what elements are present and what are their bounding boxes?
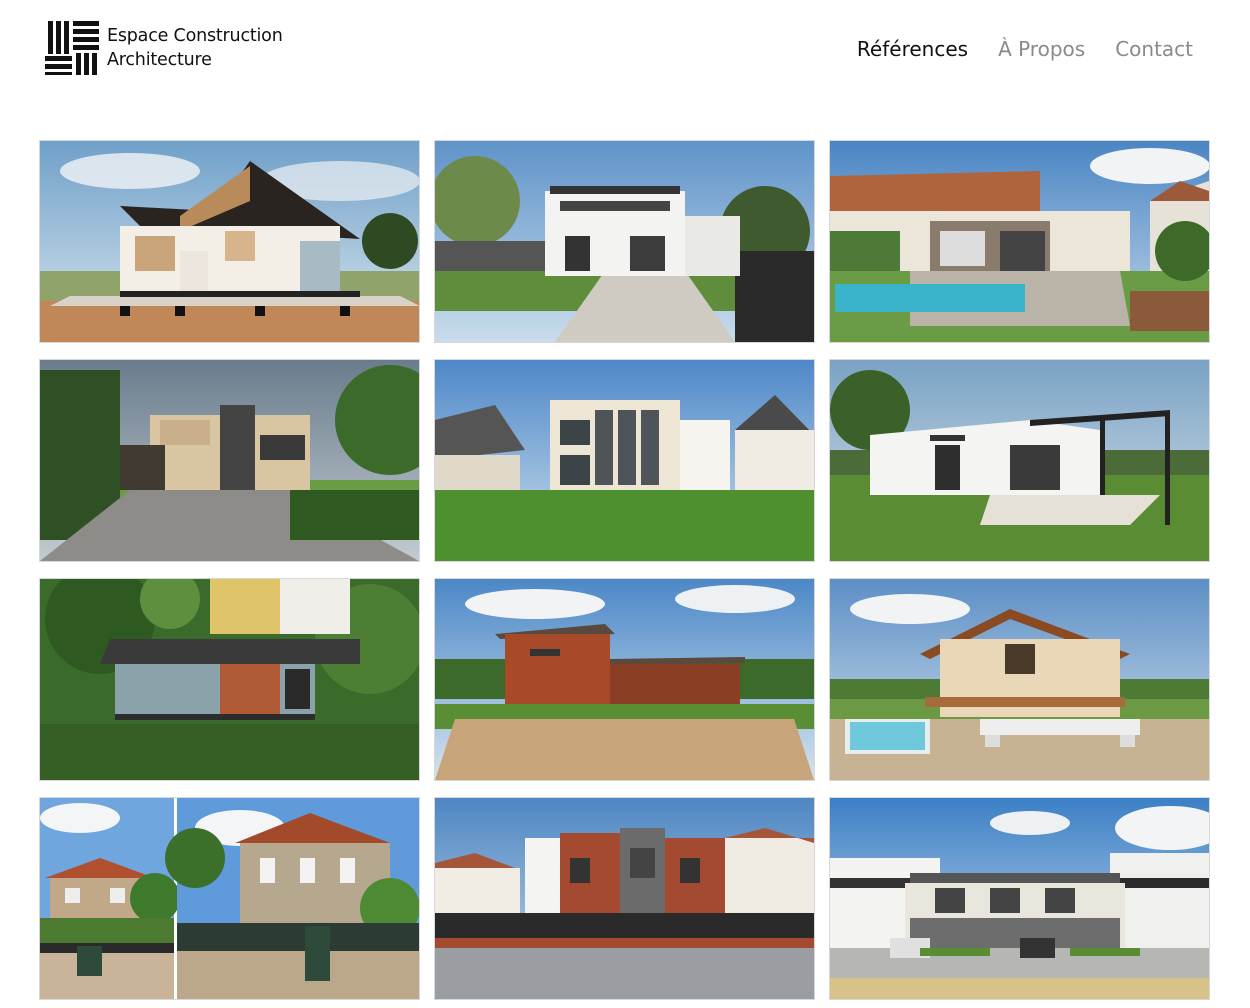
pool-extension-image <box>830 141 1209 342</box>
gallery-item-white-pergola-extension[interactable] <box>829 359 1210 562</box>
gallery-item-tall-window-villa[interactable] <box>434 359 815 562</box>
tree-house-image <box>40 579 419 780</box>
gallery-item-wood-clad-house[interactable] <box>434 578 815 781</box>
brand-name: Espace Construction Architecture <box>107 24 283 72</box>
white-modern-villa-image <box>435 141 814 342</box>
nav-about[interactable]: À Propos <box>998 37 1085 61</box>
stone-facade-photo-pair-image <box>40 798 419 999</box>
parquet-pattern-logo-icon <box>45 21 99 75</box>
gallery-item-wood-house-section-pool[interactable] <box>829 578 1210 781</box>
white-pergola-extension-image <box>830 360 1209 561</box>
gallery-item-brick-townhouses[interactable] <box>434 797 815 1000</box>
site-header: Espace Construction Architecture Référen… <box>0 0 1250 110</box>
gallery-item-pool-extension[interactable] <box>829 140 1210 343</box>
tall-window-villa-image <box>435 360 814 561</box>
nav-references[interactable]: Références <box>857 37 968 61</box>
gallery-item-tree-house[interactable] <box>39 578 420 781</box>
residential-complex-image <box>830 798 1209 999</box>
wood-house-section-pool-image <box>830 579 1209 780</box>
gallery-item-stone-facade-photos[interactable] <box>39 797 420 1000</box>
references-gallery <box>39 140 1210 1000</box>
brand-name-line1: Espace Construction <box>107 26 283 46</box>
brand-name-line2: Architecture <box>107 50 212 70</box>
two-story-driveway-image <box>40 360 419 561</box>
gallery-item-white-modern-villa[interactable] <box>434 140 815 343</box>
section-cut-house-image <box>40 141 419 342</box>
brand-logo[interactable]: Espace Construction Architecture <box>45 20 283 75</box>
gallery-item-section-cut-house[interactable] <box>39 140 420 343</box>
nav-contact[interactable]: Contact <box>1115 37 1193 61</box>
main-nav: Références À Propos Contact <box>857 37 1193 61</box>
wood-clad-house-image <box>435 579 814 780</box>
brick-townhouses-image <box>435 798 814 999</box>
gallery-item-residential-complex[interactable] <box>829 797 1210 1000</box>
gallery-item-two-story-driveway[interactable] <box>39 359 420 562</box>
